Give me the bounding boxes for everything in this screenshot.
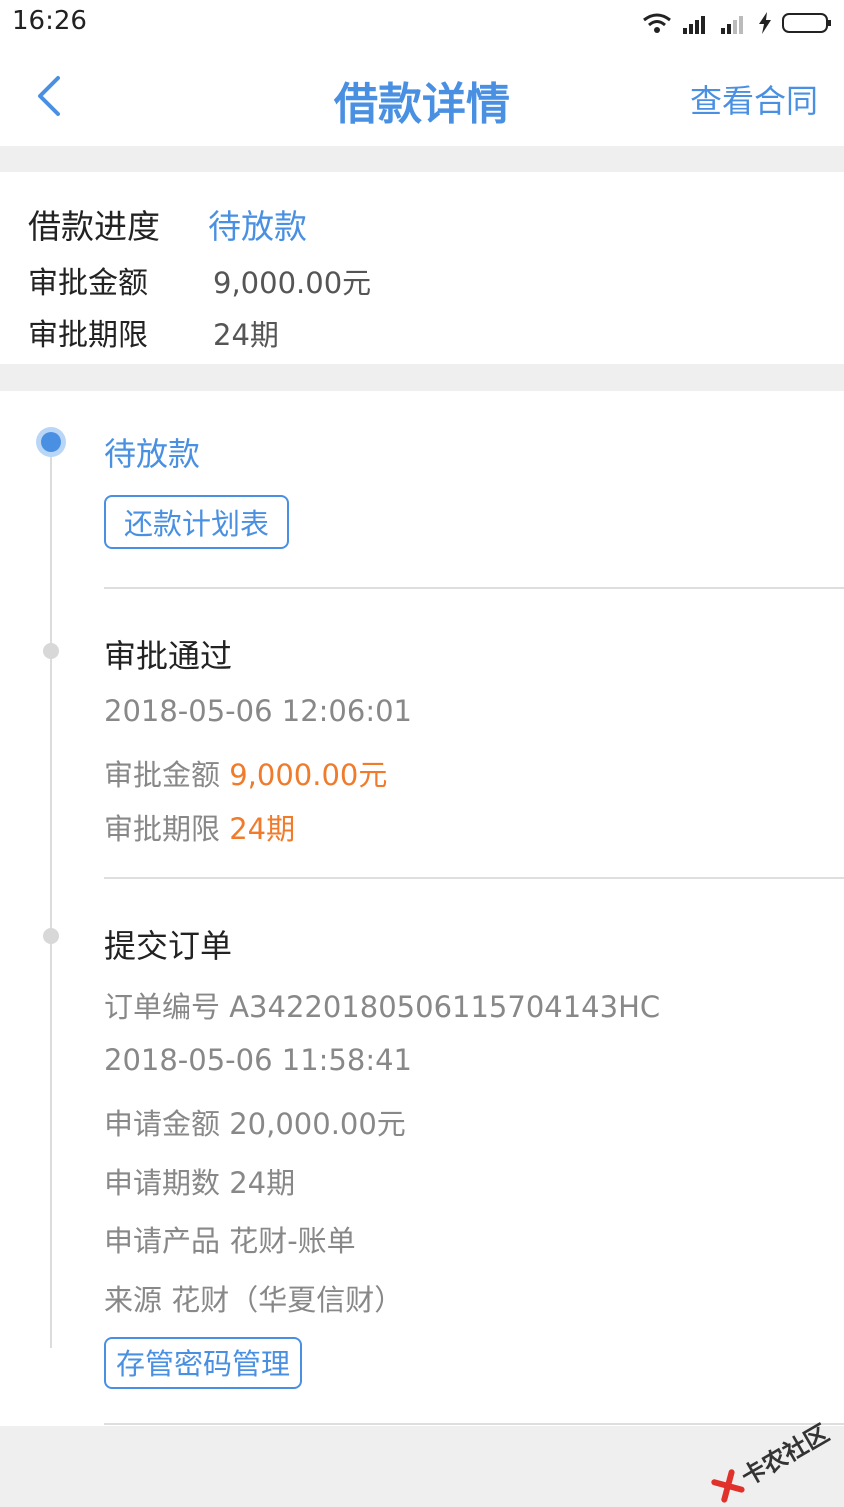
summary-amount-label: 审批金额: [28, 266, 148, 301]
status-bar: 16:26: [0, 0, 844, 46]
back-arrow-icon[interactable]: [30, 74, 70, 118]
signal-icon: [683, 16, 705, 34]
step-approved-time: 2018-05-06 12:06:01: [104, 694, 412, 728]
summary-progress-row: 借款进度 待放款: [28, 200, 307, 248]
step-approved-amount: 审批金额 9,000.00元: [104, 752, 387, 794]
step-pending-title: 待放款: [104, 435, 201, 473]
step-divider: [104, 587, 844, 589]
approved-term-value: 24期: [229, 812, 296, 846]
summary-progress-value: 待放款: [208, 207, 307, 246]
summary-progress-label: 借款进度: [28, 207, 160, 246]
approved-term-label: 审批期限: [104, 812, 221, 846]
battery-icon: [782, 13, 831, 33]
loan-summary-card: 借款进度 待放款 审批金额 9,000.00元 审批期限 24期: [0, 172, 844, 364]
step-divider: [104, 877, 844, 879]
step-submitted-time: 2018-05-06 11:58:41: [104, 1043, 412, 1077]
step-approved-term: 审批期限 24期: [104, 806, 295, 848]
nav-bar: 借款详情 查看合同: [0, 46, 844, 146]
timeline-dot: [43, 928, 59, 944]
watermark: 卡农社区: [708, 1414, 835, 1507]
status-icons: [642, 10, 832, 36]
status-time: 16:26: [12, 6, 87, 36]
view-contract-link[interactable]: 查看合同: [690, 76, 818, 122]
step-approved-title: 审批通过: [104, 637, 233, 675]
signal-weak-icon: [721, 16, 743, 34]
apply-term: 申请期数 24期: [104, 1166, 296, 1200]
timeline-dot-active: [36, 427, 66, 457]
apply-product: 申请产品 花财-账单: [104, 1224, 356, 1258]
wifi-icon: [643, 13, 671, 33]
summary-term-row: 审批期限 24期: [28, 310, 279, 354]
apply-amount: 申请金额 20,000.00元: [104, 1107, 406, 1141]
timeline-line: [50, 443, 52, 1348]
summary-term-value: 24期: [213, 318, 279, 352]
timeline-dot: [43, 643, 59, 659]
repayment-plan-button[interactable]: 还款计划表: [104, 495, 290, 549]
timeline-card: 待放款 还款计划表 审批通过 2018-05-06 12:06:01 审批金额 …: [0, 391, 844, 1426]
step-divider: [104, 1423, 844, 1425]
charging-icon: [759, 12, 771, 34]
summary-term-label: 审批期限: [28, 318, 148, 353]
custody-password-button[interactable]: 存管密码管理: [104, 1337, 303, 1389]
summary-amount-row: 审批金额 9,000.00元: [28, 258, 371, 302]
approved-amount-label: 审批金额: [104, 758, 221, 792]
apply-source: 来源 花财（华夏信财）: [104, 1283, 404, 1317]
order-number: 订单编号 A34220180506115704143HC: [104, 990, 661, 1024]
summary-amount-value: 9,000.00元: [213, 266, 372, 300]
step-submitted-title: 提交订单: [104, 927, 233, 965]
approved-amount-value: 9,000.00元: [229, 758, 388, 792]
